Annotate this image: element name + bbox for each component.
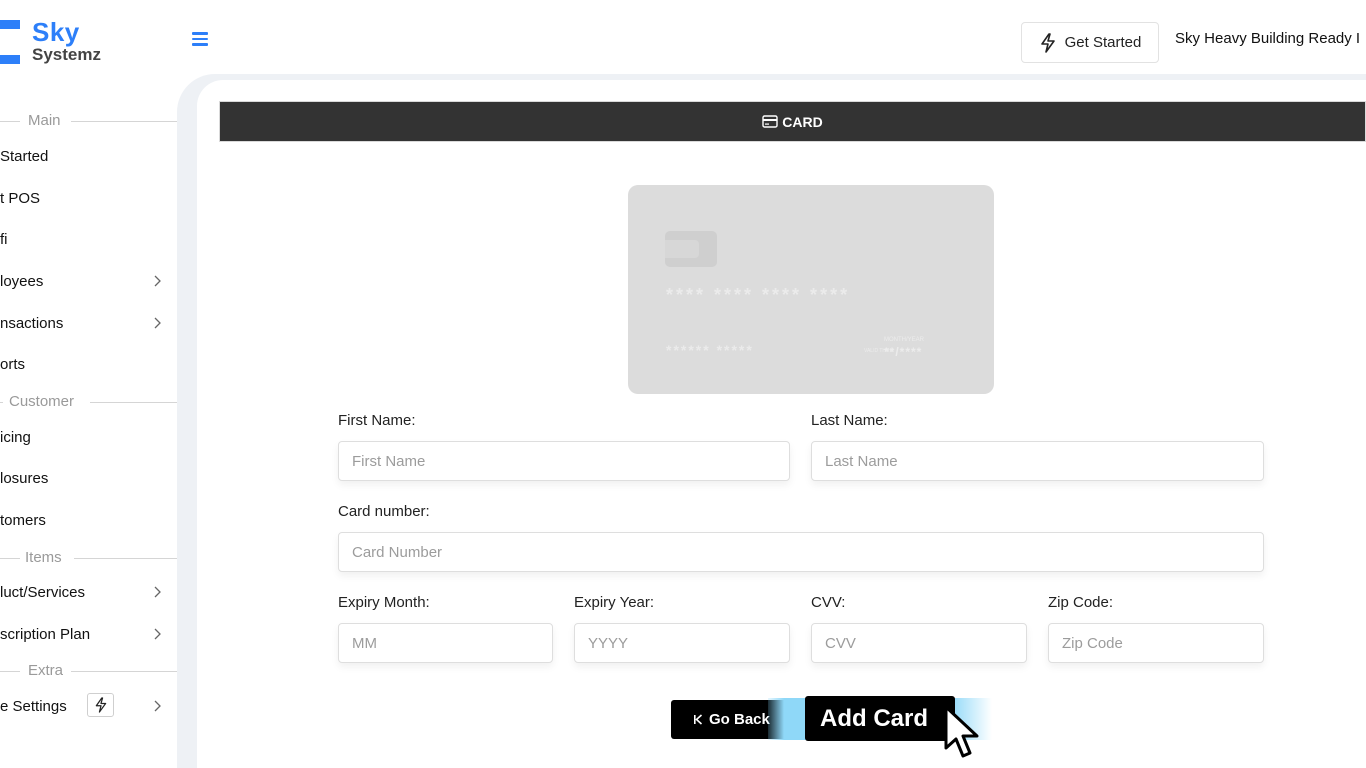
card-preview: **** **** **** **** ****** ***** VALID T… bbox=[628, 185, 994, 394]
sidebar-item-label: tomers bbox=[0, 511, 46, 529]
zip-code-label: Zip Code: bbox=[1048, 594, 1114, 611]
lightning-icon bbox=[87, 693, 114, 717]
get-started-button[interactable]: Get Started bbox=[1021, 22, 1159, 63]
chevron-right-icon bbox=[152, 585, 162, 603]
card-panel-header: CARD bbox=[219, 101, 1366, 142]
card-preview-name: ****** ***** bbox=[666, 342, 754, 358]
chevron-right-icon bbox=[152, 274, 162, 292]
sidebar-item-get-started[interactable]: Started bbox=[0, 141, 177, 171]
chevron-right-icon bbox=[152, 627, 162, 645]
card-preview-expiry: **/**** bbox=[884, 345, 923, 359]
logo[interactable]: Sky Systemz bbox=[0, 16, 101, 66]
sidebar-item-label: fi bbox=[0, 230, 8, 248]
mouse-pointer-icon bbox=[942, 704, 984, 765]
sidebar-item-pos[interactable]: t POS bbox=[0, 183, 177, 213]
add-card-button[interactable]: Add Card bbox=[805, 696, 955, 741]
sidebar-item-label: scription Plan bbox=[0, 625, 91, 643]
expiry-month-label: Expiry Month: bbox=[338, 594, 430, 611]
sidebar-item-settings[interactable]: e Settings bbox=[0, 691, 177, 721]
sidebar-section-items: Items bbox=[0, 549, 177, 567]
sidebar-item-product-services[interactable]: luct/Services bbox=[0, 577, 177, 607]
sidebar-item-label: t POS bbox=[0, 189, 41, 207]
skip-back-icon bbox=[693, 714, 703, 725]
hamburger-menu-icon[interactable] bbox=[192, 32, 208, 46]
last-name-input[interactable] bbox=[811, 441, 1264, 481]
sidebar-item-enclosures[interactable]: losures bbox=[0, 463, 177, 493]
card-chip-icon bbox=[665, 231, 717, 267]
sidebar-item-label: losures bbox=[0, 469, 49, 487]
card-preview-number: **** **** **** **** bbox=[666, 285, 851, 305]
card-panel-title: CARD bbox=[782, 113, 823, 130]
last-name-label: Last Name: bbox=[811, 412, 888, 429]
sidebar-section-main: Main bbox=[0, 112, 177, 130]
sidebar-item-wifi[interactable]: fi bbox=[0, 224, 177, 254]
sidebar-item-reports[interactable]: orts bbox=[0, 349, 177, 379]
cvv-label: CVV: bbox=[811, 594, 846, 611]
sidebar-item-employees[interactable]: loyees bbox=[0, 266, 177, 296]
sidebar-item-label: orts bbox=[0, 355, 26, 373]
card-preview-expiry-label: MONTH/YEAR bbox=[884, 337, 925, 343]
expiry-year-input[interactable] bbox=[574, 623, 790, 663]
cvv-input[interactable] bbox=[811, 623, 1027, 663]
add-card-label: Add Card bbox=[820, 704, 928, 732]
company-name[interactable]: Sky Heavy Building Ready I bbox=[1175, 30, 1360, 47]
top-bar: Sky Systemz Get Started Sky Heavy Buildi… bbox=[0, 0, 1366, 80]
sidebar-item-label: Started bbox=[0, 147, 49, 165]
card-number-label: Card number: bbox=[338, 503, 430, 520]
logo-text-systemz: Systemz bbox=[32, 45, 101, 64]
sidebar-item-label: icing bbox=[0, 428, 31, 446]
first-name-input[interactable] bbox=[338, 441, 790, 481]
go-back-label: Go Back bbox=[709, 711, 770, 728]
sidebar-item-label: luct/Services bbox=[0, 583, 86, 601]
sidebar-item-customers[interactable]: tomers bbox=[0, 505, 177, 535]
sidebar-item-invoicing[interactable]: icing bbox=[0, 422, 177, 452]
sidebar-section-extra: Extra bbox=[0, 662, 177, 680]
first-name-label: First Name: bbox=[338, 412, 416, 429]
logo-text-sky: Sky bbox=[32, 17, 80, 47]
expiry-year-label: Expiry Year: bbox=[574, 594, 655, 611]
highlight-glow bbox=[768, 698, 808, 740]
get-started-label: Get Started bbox=[1064, 34, 1142, 51]
zip-code-input[interactable] bbox=[1048, 623, 1264, 663]
sidebar-item-label: e Settings bbox=[0, 697, 67, 715]
sidebar-item-transactions[interactable]: nsactions bbox=[0, 308, 177, 338]
chevron-right-icon bbox=[152, 699, 162, 717]
chevron-right-icon bbox=[152, 316, 162, 334]
sidebar-item-label: nsactions bbox=[0, 314, 64, 332]
sidebar: Main Started t POS fi loyees nsactions o… bbox=[0, 80, 177, 768]
sidebar-item-subscription-plan[interactable]: scription Plan bbox=[0, 619, 177, 649]
expiry-month-input[interactable] bbox=[338, 623, 553, 663]
card-number-input[interactable] bbox=[338, 532, 1264, 572]
sidebar-section-customer: Customer bbox=[0, 393, 177, 411]
sidebar-item-label: loyees bbox=[0, 272, 44, 290]
lightning-icon bbox=[1039, 32, 1057, 53]
logo-mark-icon bbox=[0, 16, 20, 66]
credit-card-icon bbox=[762, 115, 778, 128]
